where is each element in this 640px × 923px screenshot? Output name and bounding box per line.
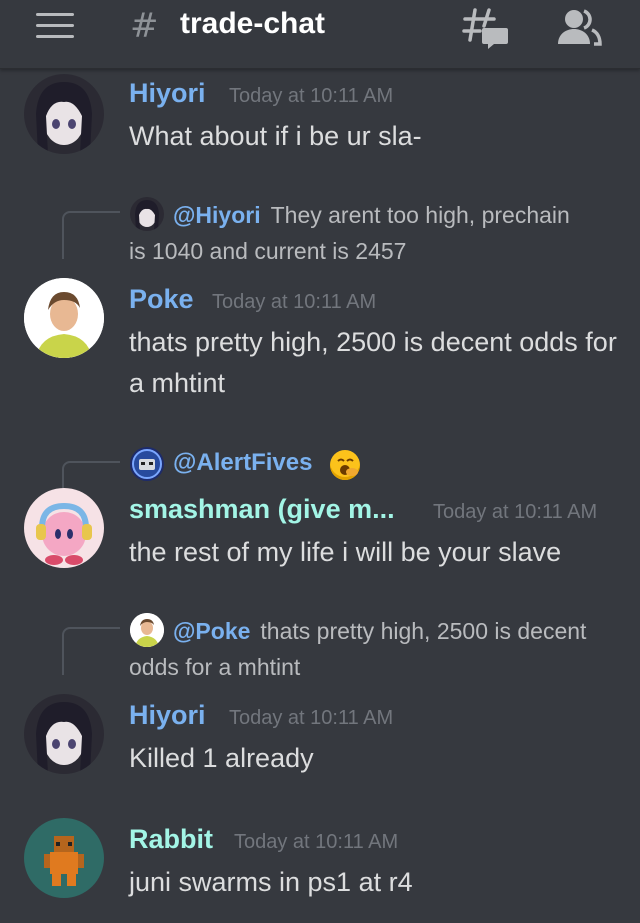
message-content: juni swarms in ps1 at r4 <box>129 867 413 897</box>
yawning-face-emoji-icon <box>330 450 360 480</box>
channel-header: # trade-chat <box>0 0 640 69</box>
reply-preview[interactable]: @Hiyori They arent too high, prechain is … <box>0 195 640 271</box>
avatar[interactable] <box>24 488 104 568</box>
threads-icon[interactable] <box>462 6 510 50</box>
message-timestamp: Today at 10:11 AM <box>433 501 598 523</box>
message-content: Killed 1 already <box>129 743 314 773</box>
username[interactable]: smashman (give m... <box>129 494 395 525</box>
avatar[interactable] <box>24 278 104 358</box>
username[interactable]: Rabbit <box>129 824 213 855</box>
menu-icon[interactable] <box>36 13 76 43</box>
avatar[interactable] <box>24 818 104 898</box>
reply-connector <box>62 627 120 675</box>
avatar[interactable] <box>24 74 104 154</box>
reply-text: @Poke thats pretty high, 2500 is decent o… <box>129 613 589 685</box>
message-timestamp: Today at 10:11 AM <box>212 291 377 313</box>
reply-preview[interactable]: @AlertFives <box>0 445 640 509</box>
username[interactable]: Hiyori <box>129 700 206 731</box>
username[interactable]: Hiyori <box>129 78 206 109</box>
channel-title: trade-chat <box>180 7 326 40</box>
username[interactable]: Poke <box>129 284 194 315</box>
message-item[interactable]: smashman (give m... Today at 10:11 AM th… <box>0 486 640 586</box>
reply-mention[interactable]: @Hiyori <box>173 202 261 228</box>
message-timestamp: Today at 10:11 AM <box>234 831 399 853</box>
message-content: the rest of my life i will be your slave <box>129 537 562 567</box>
message-item[interactable]: Rabbit Today at 10:11 AM juni swarms in … <box>0 816 640 916</box>
reply-avatar <box>130 447 164 481</box>
message-timestamp: Today at 10:11 AM <box>229 85 394 107</box>
message-item[interactable]: Hiyori Today at 10:11 AM Killed 1 alread… <box>0 692 640 792</box>
message-content: What about if i be ur sla- <box>129 121 422 151</box>
members-icon[interactable] <box>556 8 602 48</box>
message-timestamp: Today at 10:11 AM <box>229 707 394 729</box>
reply-connector <box>62 211 120 259</box>
avatar[interactable] <box>24 694 104 774</box>
message-item[interactable]: Poke Today at 10:11 AM thats pretty high… <box>0 276 640 406</box>
message-item[interactable]: Hiyori Today at 10:11 AM What about if i… <box>0 70 640 170</box>
reply-mention[interactable]: @Poke <box>173 618 250 644</box>
channel-hash-icon: # <box>130 6 159 46</box>
reply-preview[interactable]: @Poke thats pretty high, 2500 is decent o… <box>0 611 640 687</box>
reply-mention[interactable]: @AlertFives <box>173 449 312 477</box>
message-content: thats pretty high, 2500 is decent odds f… <box>129 327 617 398</box>
reply-text: @Hiyori They arent too high, prechain is … <box>129 197 589 269</box>
